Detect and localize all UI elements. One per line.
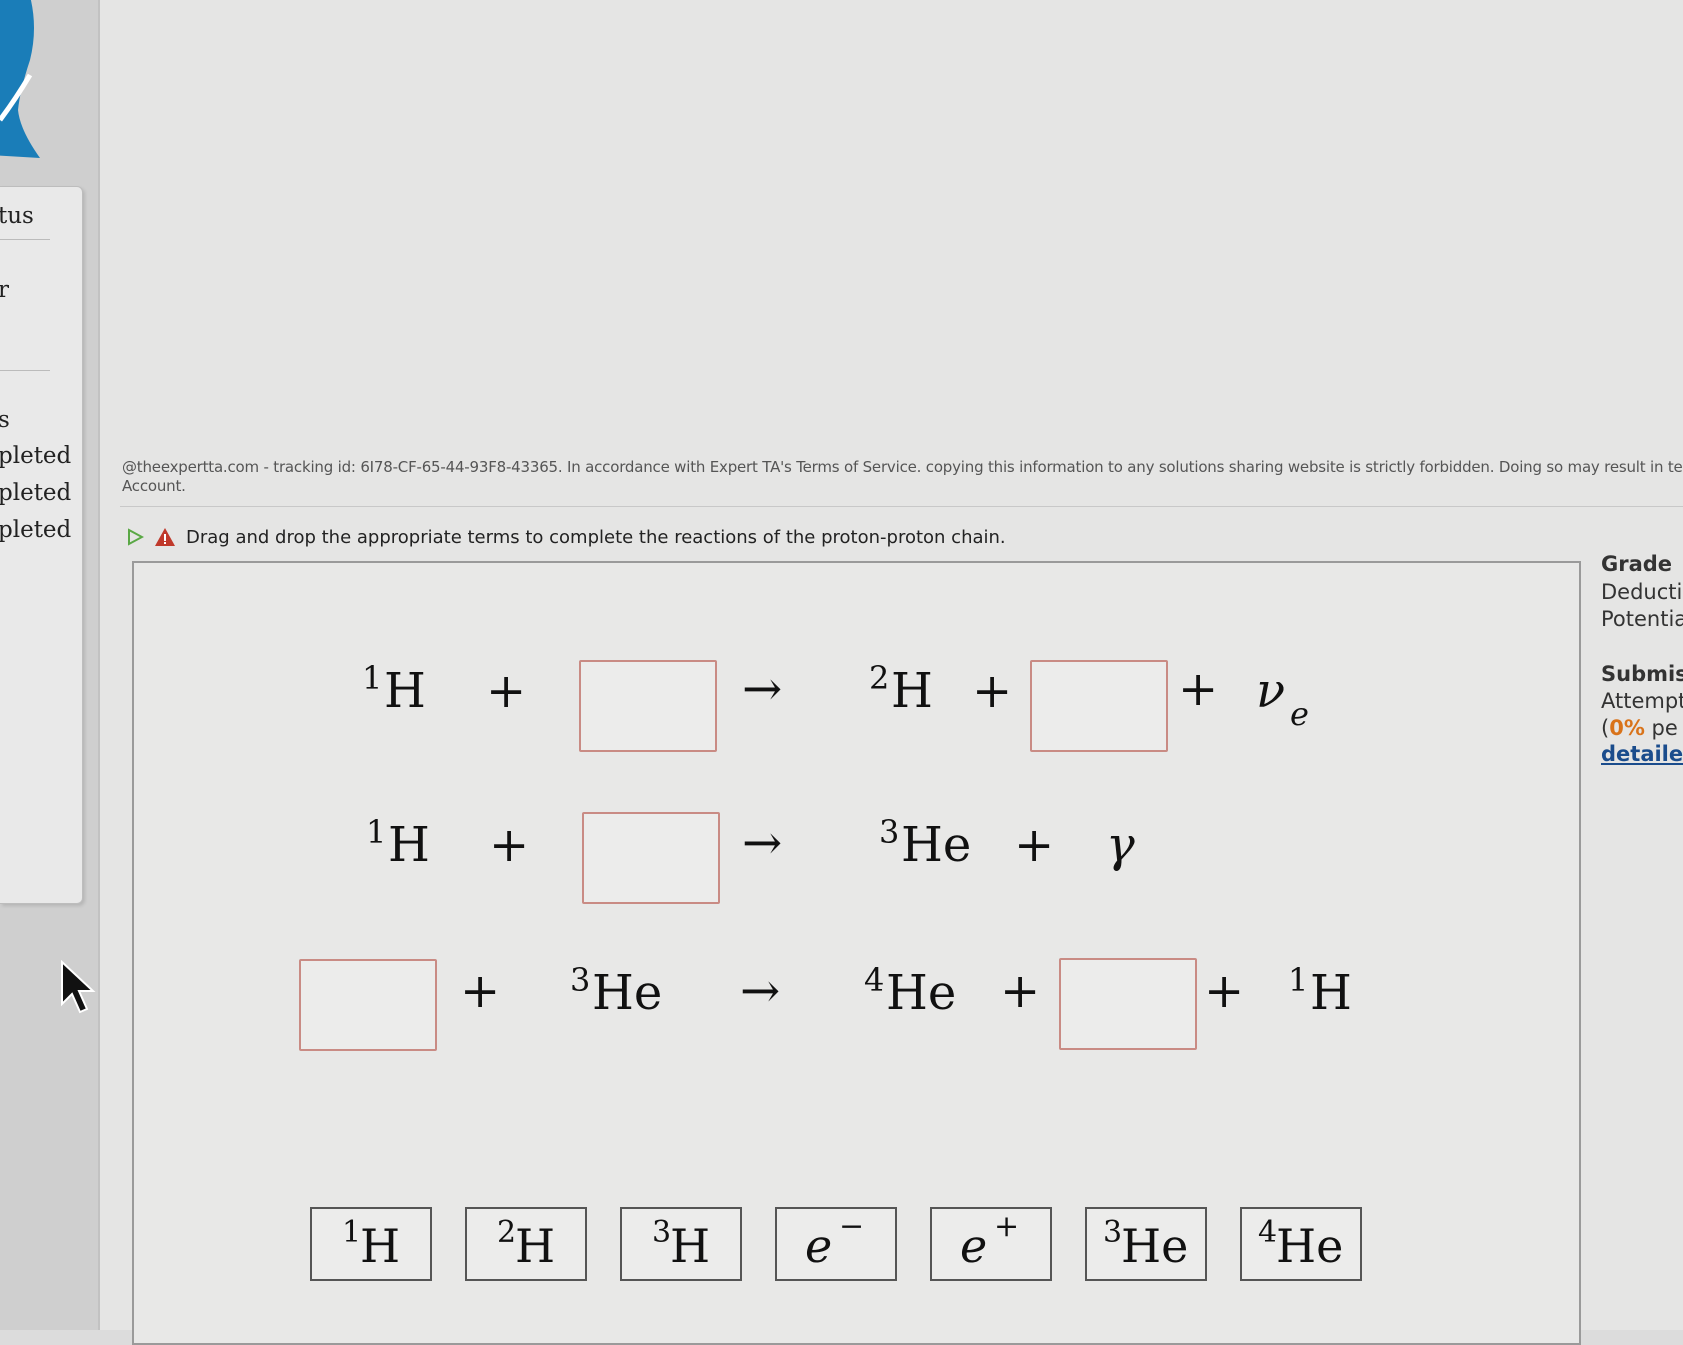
draggable-term-4He[interactable]: 4 He: [1240, 1207, 1362, 1281]
plus-sign: +: [460, 963, 501, 1019]
divider: [120, 506, 1683, 507]
plus-sign: +: [486, 663, 527, 719]
reaction-arrow: →: [740, 963, 781, 1019]
element-symbol: He: [592, 965, 663, 1021]
expand-play-icon[interactable]: [126, 528, 144, 546]
sidebar-item-completed[interactable]: pleted: [0, 443, 71, 469]
plus-sign: +: [1204, 963, 1245, 1019]
draggable-term-1H[interactable]: 1 H: [310, 1207, 432, 1281]
status-header: tus: [0, 203, 34, 229]
superscript: 1: [362, 659, 383, 697]
superscript: 2: [869, 659, 890, 697]
status-mark: r: [0, 277, 9, 303]
warning-icon: [155, 528, 175, 546]
plus-sign: +: [489, 817, 530, 873]
plus-sign: +: [1014, 817, 1055, 873]
divider: [0, 239, 50, 240]
reaction-arrow: →: [742, 661, 783, 717]
potential-label: Potentia: [1601, 607, 1683, 631]
superscript: 1: [366, 813, 387, 851]
notice-line: Account.: [122, 477, 186, 495]
tracking-notice: @theexpertta.com - tracking id: 6I78-CF-…: [122, 458, 1683, 496]
logo-icon: [0, 0, 40, 158]
superscript: 4: [864, 961, 885, 999]
divider: [0, 370, 50, 371]
percent-line: (0% pe: [1601, 716, 1678, 740]
reaction-arrow: →: [742, 815, 783, 871]
superscript: 3: [570, 961, 591, 999]
draggable-term-2H[interactable]: 2 H: [465, 1207, 587, 1281]
drag-drop-area: 1 H + → 2 H + + ν e 1 H + → 3 He + γ + 3…: [132, 561, 1581, 1345]
gamma-symbol: γ: [1106, 817, 1135, 873]
deduction-label: Deducti: [1601, 580, 1683, 604]
mouse-cursor-icon: [61, 960, 96, 1014]
draggable-term-3He[interactable]: 3 He: [1085, 1207, 1207, 1281]
status-panel: tus r s pleted pleted pleted: [0, 186, 83, 904]
element-symbol: H: [1310, 965, 1352, 1021]
draggable-term-electron[interactable]: e −: [775, 1207, 897, 1281]
section-header: s: [0, 407, 10, 433]
neutrino-symbol: ν: [1256, 663, 1286, 719]
submissions-label: Submis: [1601, 662, 1683, 686]
drop-target[interactable]: [299, 959, 437, 1051]
superscript: 3: [879, 813, 900, 851]
superscript: 1: [1288, 961, 1309, 999]
prompt-text: Drag and drop the appropriate terms to c…: [186, 526, 1006, 548]
draggable-term-positron[interactable]: e +: [930, 1207, 1052, 1281]
element-symbol: He: [901, 817, 972, 873]
percent-value: 0%: [1609, 716, 1645, 740]
element-symbol: H: [384, 663, 426, 719]
drop-target[interactable]: [1030, 660, 1168, 752]
element-symbol: He: [886, 965, 957, 1021]
sidebar-item-completed[interactable]: pleted: [0, 517, 71, 543]
attempts-label: Attempt: [1601, 689, 1683, 713]
draggable-term-3H[interactable]: 3 H: [620, 1207, 742, 1281]
drop-target[interactable]: [582, 812, 720, 904]
drop-target[interactable]: [1059, 958, 1197, 1050]
drop-target[interactable]: [579, 660, 717, 752]
element-symbol: H: [891, 663, 933, 719]
subscript: e: [1290, 695, 1309, 733]
grade-label: Grade: [1601, 552, 1673, 576]
left-sidebar: tus r s pleted pleted pleted: [0, 0, 98, 1330]
detailed-view-link[interactable]: detailed: [1601, 742, 1683, 766]
question-prompt: Drag and drop the appropriate terms to c…: [126, 522, 1006, 552]
plus-sign: +: [1000, 963, 1041, 1019]
plus-sign: +: [1178, 661, 1219, 717]
plus-sign: +: [972, 663, 1013, 719]
sidebar-item-completed[interactable]: pleted: [0, 480, 71, 506]
element-symbol: H: [388, 817, 430, 873]
notice-line: @theexpertta.com - tracking id: 6I78-CF-…: [122, 458, 1683, 476]
